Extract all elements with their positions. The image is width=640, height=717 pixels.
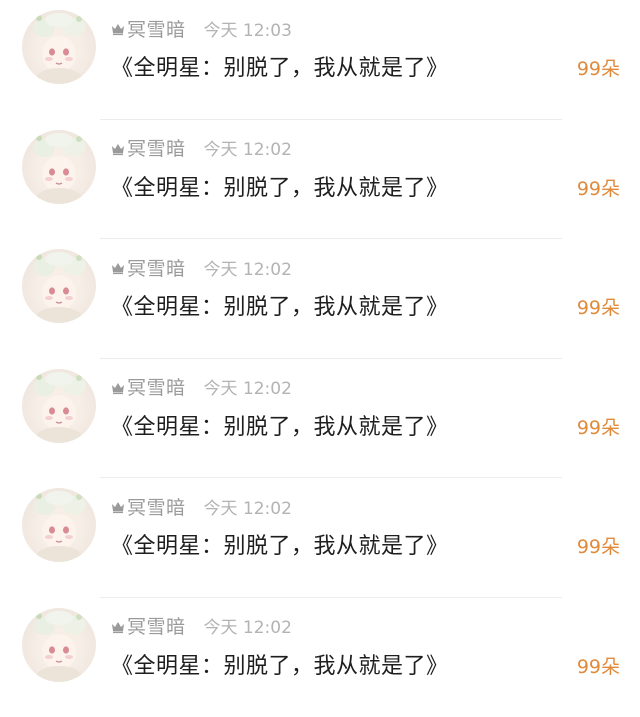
comment-feed: 冥雪暗 今天 12:03 《全明星：别脱了，我从就是了》 99朵 [0, 0, 640, 693]
comment-text: 《全明星：别脱了，我从就是了》 [111, 289, 449, 321]
avatar[interactable] [22, 488, 96, 562]
avatar[interactable] [22, 130, 96, 204]
avatar[interactable] [22, 249, 96, 323]
comment-text: 《全明星：别脱了，我从就是了》 [111, 528, 449, 560]
comment-text: 《全明星：别脱了，我从就是了》 [111, 170, 449, 202]
comment-meta: 冥雪暗 今天 12:02 [111, 494, 292, 518]
flower-count[interactable]: 99朵 [577, 652, 620, 679]
comment-meta: 冥雪暗 今天 12:02 [111, 255, 292, 279]
flower-count[interactable]: 99朵 [577, 532, 620, 559]
crown-icon [111, 260, 125, 274]
avatar-illustration [22, 10, 96, 84]
comment-text: 《全明星：别脱了，我从就是了》 [111, 409, 449, 441]
username[interactable]: 冥雪暗 [127, 15, 186, 42]
avatar-illustration [22, 369, 96, 443]
username[interactable]: 冥雪暗 [127, 373, 186, 400]
timestamp: 今天 12:02 [204, 374, 292, 399]
username[interactable]: 冥雪暗 [127, 134, 186, 161]
flower-count[interactable]: 99朵 [577, 293, 620, 320]
crown-icon [111, 499, 125, 513]
comment-text: 《全明星：别脱了，我从就是了》 [111, 50, 449, 82]
timestamp: 今天 12:02 [204, 255, 292, 280]
crown-icon [111, 21, 125, 35]
flower-count[interactable]: 99朵 [577, 174, 620, 201]
crown-icon [111, 619, 125, 633]
comment-row[interactable]: 冥雪暗 今天 12:02 《全明星：别脱了，我从就是了》 99朵 [0, 598, 640, 717]
avatar[interactable] [22, 369, 96, 443]
flower-count[interactable]: 99朵 [577, 413, 620, 440]
avatar-illustration [22, 249, 96, 323]
username[interactable]: 冥雪暗 [127, 612, 186, 639]
timestamp: 今天 12:02 [204, 613, 292, 638]
avatar[interactable] [22, 608, 96, 682]
comment-meta: 冥雪暗 今天 12:02 [111, 136, 292, 160]
avatar-illustration [22, 608, 96, 682]
crown-icon [111, 141, 125, 155]
flower-count[interactable]: 99朵 [577, 54, 620, 81]
timestamp: 今天 12:03 [204, 16, 292, 41]
comment-row[interactable]: 冥雪暗 今天 12:02 《全明星：别脱了，我从就是了》 99朵 [0, 359, 640, 479]
comment-text: 《全明星：别脱了，我从就是了》 [111, 648, 449, 680]
comment-meta: 冥雪暗 今天 12:02 [111, 614, 292, 638]
username[interactable]: 冥雪暗 [127, 254, 186, 281]
comment-meta: 冥雪暗 今天 12:03 [111, 16, 292, 40]
avatar-illustration [22, 130, 96, 204]
crown-icon [111, 380, 125, 394]
comment-row[interactable]: 冥雪暗 今天 12:03 《全明星：别脱了，我从就是了》 99朵 [0, 0, 640, 120]
timestamp: 今天 12:02 [204, 135, 292, 160]
avatar[interactable] [22, 10, 96, 84]
comment-row[interactable]: 冥雪暗 今天 12:02 《全明星：别脱了，我从就是了》 99朵 [0, 239, 640, 359]
comment-meta: 冥雪暗 今天 12:02 [111, 375, 292, 399]
timestamp: 今天 12:02 [204, 494, 292, 519]
comment-row[interactable]: 冥雪暗 今天 12:02 《全明星：别脱了，我从就是了》 99朵 [0, 120, 640, 240]
avatar-illustration [22, 488, 96, 562]
comment-row[interactable]: 冥雪暗 今天 12:02 《全明星：别脱了，我从就是了》 99朵 [0, 478, 640, 598]
username[interactable]: 冥雪暗 [127, 493, 186, 520]
